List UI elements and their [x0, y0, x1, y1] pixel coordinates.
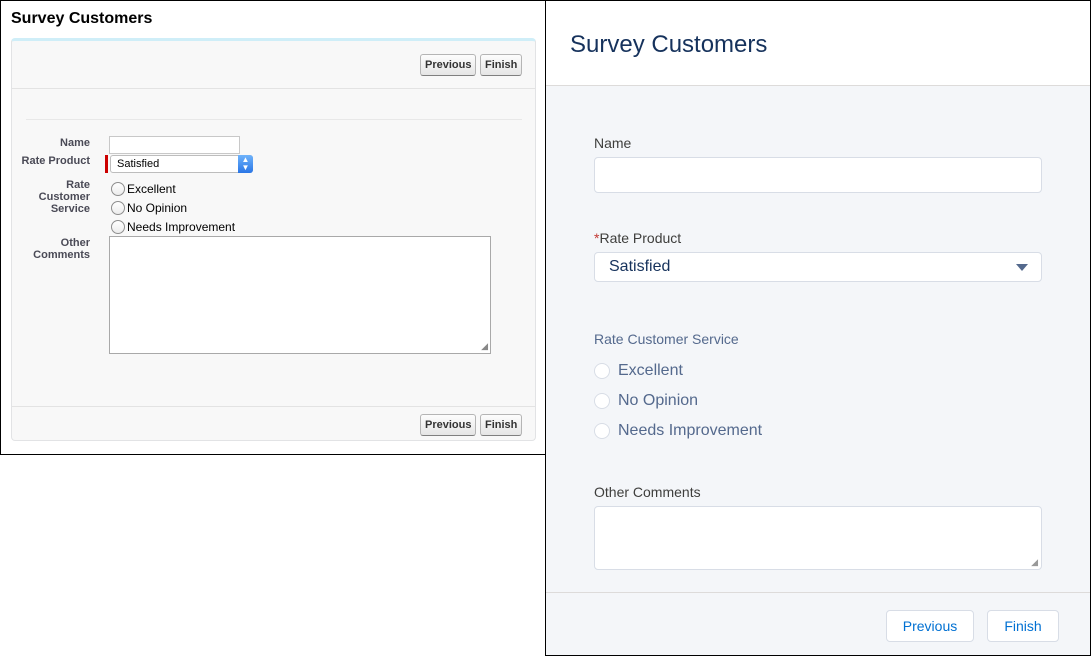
name-label: Name [60, 137, 90, 149]
header: Survey Customers [546, 1, 1090, 86]
radio-option-needs-improvement[interactable]: Needs Improvement [594, 421, 762, 441]
radio-option-no-opinion[interactable]: No Opinion [111, 200, 187, 216]
name-label: Name [594, 135, 632, 151]
rate-service-label: Rate Customer Service [594, 331, 739, 347]
radio-option-needs-improvement[interactable]: Needs Improvement [111, 219, 235, 235]
radio-button[interactable] [594, 393, 610, 409]
other-comments-textarea[interactable]: ◢ [109, 236, 491, 354]
radio-label: Needs Improvement [127, 220, 236, 234]
page-title: Survey Customers [570, 31, 768, 58]
finish-button[interactable]: Finish [480, 54, 523, 76]
previous-button[interactable]: Previous [886, 610, 974, 642]
other-comments-label: Other Comments [594, 484, 701, 500]
resize-grip-icon[interactable]: ◢ [481, 342, 488, 351]
classic-form-block: Previous Finish Name Rate Product Satisf… [11, 38, 536, 441]
radio-option-excellent[interactable]: Excellent [594, 361, 683, 381]
radio-option-excellent[interactable]: Excellent [111, 181, 176, 197]
top-button-bar: Previous Finish [12, 41, 535, 89]
section-divider [26, 119, 522, 120]
rate-product-value: Satisfied [609, 258, 671, 275]
rate-product-label: *Rate Product [594, 230, 681, 246]
other-comments-label: Other Comments [33, 237, 90, 261]
radio-label: No Opinion [127, 201, 188, 215]
rate-product-select[interactable]: Satisfied [594, 252, 1042, 282]
chevron-updown-icon: ▲ ▼ [238, 155, 253, 173]
rate-product-label-text: Rate Product [599, 230, 682, 246]
radio-button[interactable] [111, 201, 125, 215]
radio-button[interactable] [111, 182, 125, 196]
radio-button[interactable] [594, 363, 610, 379]
rate-service-label: Rate Customer Service [38, 179, 90, 215]
radio-option-no-opinion[interactable]: No Opinion [594, 391, 698, 411]
resize-grip-icon[interactable]: ◢ [1031, 558, 1038, 567]
finish-button[interactable]: Finish [987, 610, 1059, 642]
bottom-button-bar: Previous Finish [12, 406, 535, 442]
radio-label: No Opinion [618, 392, 699, 409]
finish-button[interactable]: Finish [480, 414, 523, 436]
radio-label: Excellent [127, 182, 176, 196]
rate-product-value: Satisfied [117, 158, 160, 170]
radio-button[interactable] [594, 423, 610, 439]
radio-label: Excellent [618, 362, 683, 379]
required-indicator [105, 155, 108, 173]
name-field[interactable] [109, 136, 240, 154]
rate-product-select[interactable]: Satisfied ▲ ▼ [110, 155, 253, 173]
radio-label: Needs Improvement [618, 422, 763, 439]
classic-flow-panel: Survey Customers Previous Finish Name Ra… [0, 0, 546, 455]
radio-button[interactable] [111, 220, 125, 234]
other-comments-textarea[interactable]: ◢ [594, 506, 1042, 570]
previous-button[interactable]: Previous [420, 414, 477, 436]
previous-button[interactable]: Previous [420, 54, 477, 76]
dropdown-arrow-icon [1016, 264, 1028, 271]
lightning-flow-panel: Survey Customers Name *Rate Product Sati… [545, 0, 1091, 656]
page-title: Survey Customers [11, 10, 153, 27]
rate-product-label: Rate Product [21, 155, 90, 167]
name-field[interactable] [594, 157, 1042, 193]
footer-button-bar: Previous Finish [546, 592, 1090, 655]
